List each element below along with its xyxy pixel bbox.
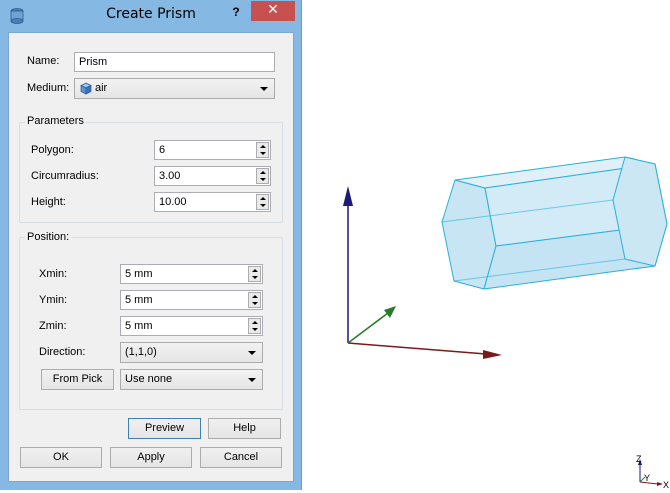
chevron-down-icon (248, 351, 256, 355)
viewport-canvas[interactable]: Z Y X (302, 0, 670, 490)
mini-x-label: X (663, 480, 669, 490)
spin-up-icon[interactable] (252, 295, 258, 298)
polygon-spinbox[interactable]: 6 (154, 140, 271, 160)
height-value: 10.00 (159, 196, 187, 208)
spin-up-icon[interactable] (260, 197, 266, 200)
polygon-value: 6 (159, 144, 166, 156)
spin-down-icon[interactable] (260, 204, 266, 207)
preview-button[interactable]: Preview (128, 418, 201, 439)
zmin-label: Zmin: (39, 320, 67, 332)
y-axis-line (347, 312, 389, 344)
zmin-spinbox[interactable]: 5 mm (120, 316, 263, 336)
medium-select[interactable]: air (74, 78, 275, 99)
spin-up-icon[interactable] (260, 171, 266, 174)
parameters-group-title: Parameters (25, 115, 86, 127)
title-bar[interactable]: Create Prism ? ✕ (0, 0, 302, 32)
spin-down-icon[interactable] (252, 328, 258, 331)
spin-buttons[interactable] (256, 142, 269, 158)
xmin-value: 5 mm (125, 268, 153, 280)
xmin-spinbox[interactable]: 5 mm (120, 264, 263, 284)
cube-icon (80, 82, 92, 95)
ymin-value: 5 mm (125, 294, 153, 306)
z-axis-arrowhead (343, 186, 353, 206)
pick-mode-select[interactable]: Use none (120, 369, 263, 390)
ymin-spinbox[interactable]: 5 mm (120, 290, 263, 310)
spin-down-icon[interactable] (260, 178, 266, 181)
chevron-down-icon (260, 87, 268, 91)
direction-value: (1,1,0) (125, 346, 157, 358)
x-axis-arrowhead (483, 350, 502, 359)
spin-up-icon[interactable] (252, 321, 258, 324)
spin-buttons[interactable] (248, 292, 261, 308)
apply-button[interactable]: Apply (110, 447, 192, 468)
cancel-button[interactable]: Cancel (200, 447, 282, 468)
spin-buttons[interactable] (248, 318, 261, 334)
3d-viewport[interactable]: Z Y X (302, 0, 670, 490)
mini-y-label: Y (644, 473, 650, 483)
help-button[interactable]: Help (208, 418, 281, 439)
mini-z-label: Z (636, 454, 642, 464)
chevron-down-icon (248, 378, 256, 382)
dialog-body: Name: Prism Medium: air Parameters Polyg… (8, 32, 294, 482)
pick-mode-value: Use none (125, 373, 173, 385)
position-group-title: Position: (25, 231, 72, 243)
height-label: Height: (31, 196, 66, 208)
ok-button[interactable]: OK (20, 447, 102, 468)
ymin-label: Ymin: (39, 294, 68, 306)
spin-buttons[interactable] (248, 266, 261, 282)
height-spinbox[interactable]: 10.00 (154, 192, 271, 212)
circumradius-spinbox[interactable]: 3.00 (154, 166, 271, 186)
from-pick-button[interactable]: From Pick (41, 369, 114, 390)
close-button[interactable]: ✕ (251, 1, 295, 21)
medium-label: Medium: (27, 82, 70, 94)
orientation-triad: Z Y X (636, 454, 669, 490)
spin-down-icon[interactable] (252, 276, 258, 279)
circumradius-value: 3.00 (159, 170, 181, 182)
spin-down-icon[interactable] (252, 302, 258, 305)
polygon-label: Polygon: (31, 144, 74, 156)
xmin-label: Xmin: (39, 268, 68, 280)
spin-buttons[interactable] (256, 168, 269, 184)
spin-up-icon[interactable] (260, 145, 266, 148)
help-icon[interactable]: ? (227, 3, 245, 21)
name-label: Name: (27, 55, 60, 67)
spin-down-icon[interactable] (260, 152, 266, 155)
spin-buttons[interactable] (256, 194, 269, 210)
y-axis-arrowhead (384, 306, 396, 318)
spin-up-icon[interactable] (252, 269, 258, 272)
direction-select[interactable]: (1,1,0) (120, 342, 263, 363)
hexagonal-prism[interactable] (441, 156, 668, 290)
direction-label: Direction: (39, 346, 86, 358)
medium-value: air (95, 82, 108, 94)
x-axis-line (347, 342, 487, 355)
circumradius-label: Circumradius: (31, 170, 99, 182)
zmin-value: 5 mm (125, 320, 153, 332)
create-prism-dialog: Create Prism ? ✕ Name: Prism Medium: air… (0, 0, 302, 490)
name-input[interactable]: Prism (74, 52, 275, 72)
